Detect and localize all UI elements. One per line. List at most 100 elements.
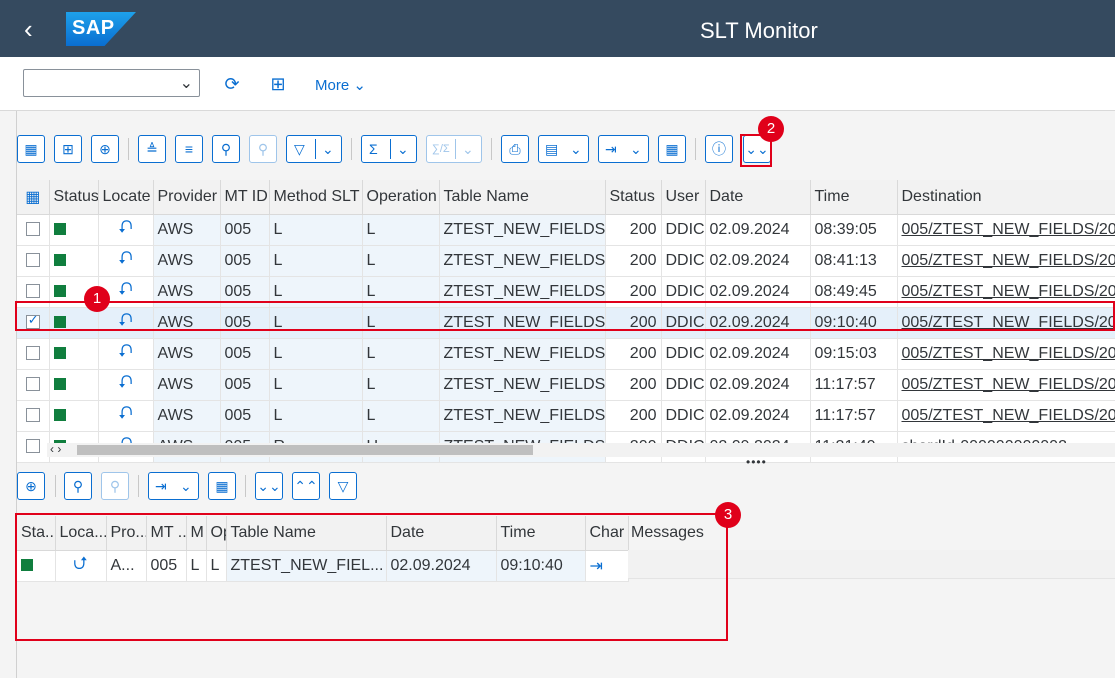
locate-icon[interactable]: ⮏ [98, 338, 154, 370]
destination-link[interactable]: 005/ZTEST_NEW_FIELDS/20 [897, 400, 1115, 432]
operation-cell: L [362, 400, 440, 432]
zoom-icon[interactable]: ⊕ [91, 135, 119, 163]
user-cell: DDIC [661, 338, 706, 370]
info-icon[interactable]: ⓘ [705, 135, 733, 163]
provider-cell: AWS [153, 214, 221, 246]
column-header[interactable]: Table Name [439, 180, 606, 215]
column-header[interactable]: Time [810, 180, 898, 215]
filter-button[interactable]: ▽ ⌄ [286, 135, 342, 163]
sort-descending-icon[interactable]: ≡ [175, 135, 203, 163]
sum-icon: Σ [369, 141, 378, 157]
find-next-icon[interactable]: ⚲ [249, 135, 277, 163]
column-header[interactable]: Locate [98, 180, 154, 215]
expand-down-icon[interactable]: ⌄⌄ [255, 472, 283, 500]
select-layout-icon[interactable]: ▦ [17, 135, 45, 163]
scroll-thumb[interactable] [77, 445, 533, 455]
refresh-icon[interactable]: ⟳ [221, 73, 243, 95]
more-button[interactable]: More ⌄ [315, 76, 366, 94]
row-checkbox[interactable] [17, 369, 50, 401]
destination-link[interactable]: 005/ZTEST_NEW_FIELDS/20 [897, 245, 1115, 277]
separator [128, 138, 129, 160]
view-icon: ▤ [545, 141, 559, 157]
operation-cell: L [362, 369, 440, 401]
table-row[interactable]: ⮏AWS005LLZTEST_NEW_FIELDS200DDIC02.09.20… [17, 400, 1115, 432]
destination-link[interactable]: 005/ZTEST_NEW_FIELDS/20 [897, 214, 1115, 246]
back-icon[interactable]: ‹ [24, 14, 48, 44]
column-header[interactable]: Status [49, 180, 99, 215]
export-button[interactable]: ⇥ ⌄ [598, 135, 649, 163]
row-checkbox[interactable] [17, 400, 50, 432]
locate-icon[interactable]: ⮏ [98, 400, 154, 432]
find-icon[interactable]: ⚲ [212, 135, 240, 163]
app-title: SLT Monitor [700, 18, 818, 43]
chevron-down-icon: ⌄ [322, 141, 334, 157]
operation-cell: L [362, 245, 440, 277]
row-checkbox[interactable] [17, 214, 50, 246]
date-cell: 02.09.2024 [705, 338, 811, 370]
column-header[interactable]: User [661, 180, 706, 215]
column-header[interactable]: Status [605, 180, 662, 215]
column-header[interactable]: Provider [153, 180, 221, 215]
locate-icon[interactable]: ⮏ [98, 245, 154, 277]
status-code-cell: 200 [605, 245, 662, 277]
column-header[interactable]: Method SLT [269, 180, 363, 215]
column-header[interactable]: Operation [362, 180, 440, 215]
sum-button[interactable]: Σ ⌄ [361, 135, 417, 163]
table-row[interactable]: ⮏AWS005LLZTEST_NEW_FIELDS200DDIC02.09.20… [17, 338, 1115, 370]
provider-cell: AWS [153, 369, 221, 401]
layout-settings-icon[interactable]: ⊞ [267, 73, 289, 95]
locate-icon[interactable]: ⮏ [98, 214, 154, 246]
destination-link[interactable]: 005/ZTEST_NEW_FIELDS/20 [897, 338, 1115, 370]
user-cell: DDIC [661, 369, 706, 401]
variant-select[interactable]: ⌄ [23, 69, 200, 97]
details-icon[interactable]: ⊞ [54, 135, 82, 163]
table-row[interactable]: ⮏AWS005LLZTEST_NEW_FIELDS200DDIC02.09.20… [17, 369, 1115, 401]
view-button[interactable]: ▤ ⌄ [538, 135, 589, 163]
user-cell: DDIC [661, 214, 706, 246]
destination-link[interactable]: 005/ZTEST_NEW_FIELDS/20 [897, 369, 1115, 401]
separator [245, 475, 246, 497]
row-checkbox[interactable] [17, 245, 50, 277]
subtotal-button[interactable]: ∑/Σ ⌄ [426, 135, 482, 163]
callout-badge: 1 [84, 286, 110, 312]
column-header[interactable]: MT ID [220, 180, 270, 215]
table-row[interactable]: ⮏AWS005LLZTEST_NEW_FIELDS200DDIC02.09.20… [17, 245, 1115, 277]
horizontal-scrollbar[interactable] [47, 443, 1115, 457]
select-all-icon[interactable]: ▦ [17, 180, 50, 215]
chevron-down-icon: ⌄ [179, 75, 193, 92]
chevron-down-icon: ⌄ [462, 141, 474, 157]
sort-ascending-icon[interactable]: ≜ [138, 135, 166, 163]
status-indicator-icon [49, 400, 99, 432]
table-name-cell: ZTEST_NEW_FIELDS [439, 338, 606, 370]
spreadsheet-icon[interactable]: ▦ [208, 472, 236, 500]
table-name-cell: ZTEST_NEW_FIELDS [439, 369, 606, 401]
locate-icon[interactable]: ⮏ [98, 369, 154, 401]
zoom-icon[interactable]: ⊕ [17, 472, 45, 500]
separator [55, 475, 56, 497]
callout-badge: 3 [715, 502, 741, 528]
collapse-up-icon[interactable]: ⌃⌃ [292, 472, 320, 500]
row-checkbox[interactable] [17, 338, 50, 370]
separator [491, 138, 492, 160]
date-cell: 02.09.2024 [705, 400, 811, 432]
scroll-arrows[interactable]: ‹ › [50, 442, 61, 456]
column-header[interactable]: Destination [897, 180, 1115, 215]
method-cell: L [269, 338, 363, 370]
find-next-icon[interactable]: ⚲ [101, 472, 129, 500]
export-icon: ⇥ [605, 141, 617, 157]
mtid-cell: 005 [220, 369, 270, 401]
table-row[interactable]: ⮏AWS005LLZTEST_NEW_FIELDS200DDIC02.09.20… [17, 214, 1115, 246]
print-icon[interactable]: ⎙ [501, 135, 529, 163]
find-icon[interactable]: ⚲ [64, 472, 92, 500]
splitter-handle[interactable]: •••• [746, 455, 767, 469]
status-code-cell: 200 [605, 369, 662, 401]
subtotal-icon: ∑/Σ [432, 143, 450, 155]
status-indicator-icon [49, 245, 99, 277]
column-header[interactable]: Date [705, 180, 811, 215]
chevron-down-icon: ⌄ [180, 478, 192, 494]
spreadsheet-icon[interactable]: ▦ [658, 135, 686, 163]
export-button[interactable]: ⇥ ⌄ [148, 472, 199, 500]
row-checkbox[interactable] [17, 431, 50, 463]
filter-icon[interactable]: ▽ [329, 472, 357, 500]
mtid-cell: 005 [220, 338, 270, 370]
